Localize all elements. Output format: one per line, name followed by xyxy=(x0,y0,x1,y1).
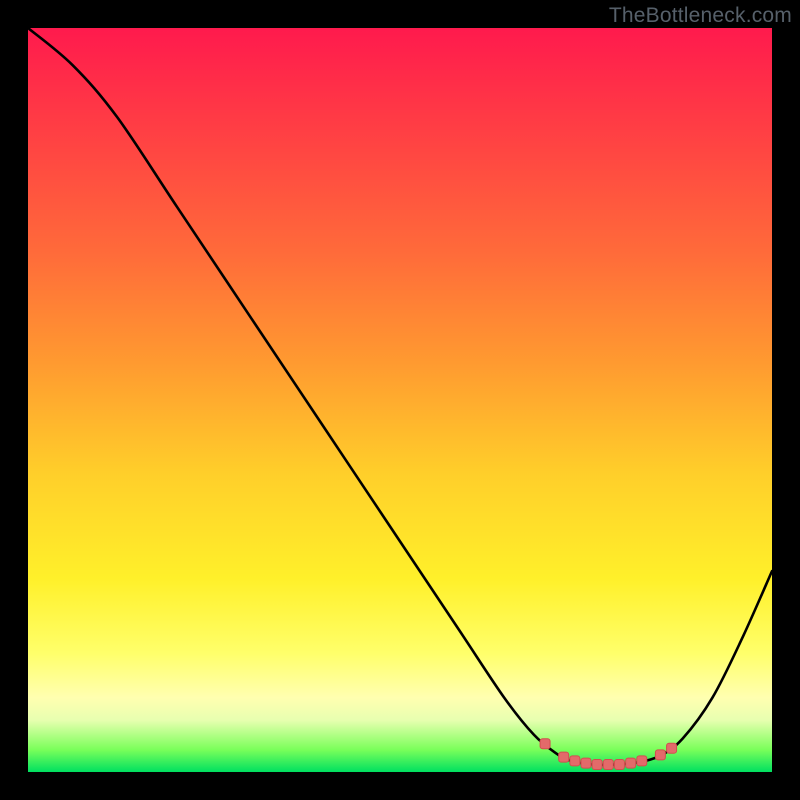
marker-square xyxy=(570,756,580,766)
marker-square xyxy=(626,758,636,768)
marker-square xyxy=(540,739,550,749)
marker-square xyxy=(614,760,624,770)
marker-square xyxy=(637,756,647,766)
marker-square xyxy=(667,743,677,753)
chart-plot-area xyxy=(28,28,772,772)
chart-svg xyxy=(28,28,772,772)
series-curve xyxy=(28,28,772,765)
chart-stage: TheBottleneck.com xyxy=(0,0,800,800)
marker-square xyxy=(655,750,665,760)
marker-square xyxy=(559,752,569,762)
series-markers xyxy=(540,739,676,770)
marker-square xyxy=(581,758,591,768)
marker-square xyxy=(603,760,613,770)
marker-square xyxy=(592,760,602,770)
watermark-text: TheBottleneck.com xyxy=(609,4,792,28)
